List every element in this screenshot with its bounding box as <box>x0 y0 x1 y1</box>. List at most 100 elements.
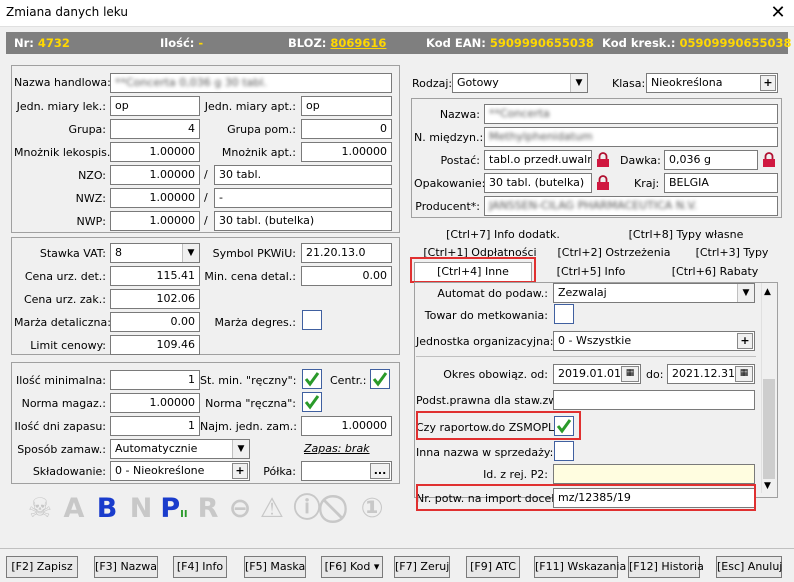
zapisz-button[interactable]: [F2] Zapisz <box>6 556 78 578</box>
calendar-icon[interactable]: ▦ <box>621 366 639 382</box>
calendar-icon[interactable]: ▦ <box>735 366 753 382</box>
limit-input[interactable]: 109.46 <box>110 335 200 355</box>
nazwa-button[interactable]: [F3] Nazwa <box>94 556 158 578</box>
dawka-input[interactable]: 0,036 g <box>664 150 758 170</box>
marza-degres-checkbox[interactable] <box>302 310 322 330</box>
inne-tab-highlight <box>410 257 536 283</box>
chevron-down-icon[interactable]: ▼ <box>232 440 249 458</box>
chevron-down-icon[interactable]: ▼ <box>737 284 754 302</box>
okres-do-input[interactable]: 2021.12.31 ▦ <box>667 364 755 384</box>
norma-mag-input[interactable]: 1.00000 <box>110 393 200 413</box>
grupa-pom-input[interactable]: 0 <box>301 119 392 139</box>
st-min-checkbox[interactable] <box>302 369 322 389</box>
letter-r-icon[interactable]: R <box>194 494 222 524</box>
norma-reczna-checkbox[interactable] <box>302 392 322 412</box>
anuluj-button[interactable]: [Esc] Anuluj <box>716 556 782 578</box>
id-rej-input[interactable] <box>553 464 755 484</box>
letter-b-icon[interactable]: B <box>93 494 121 524</box>
zeruj-button[interactable]: [F7] Zeruj <box>394 556 450 578</box>
pkwiu-input[interactable]: 21.20.13.0 <box>301 243 392 263</box>
polka-input[interactable]: ... <box>301 461 392 481</box>
lock-icon[interactable] <box>762 152 776 168</box>
sposob-select[interactable]: Automatycznie ▼ <box>110 439 250 459</box>
atc-button[interactable]: [F9] ATC <box>466 556 520 578</box>
wskazania-button[interactable]: [F11] Wskazania <box>534 556 626 578</box>
lock-icon[interactable] <box>596 175 610 191</box>
maska-button[interactable]: [F5] Maska <box>244 556 306 578</box>
tab-info-dodatk[interactable]: [Ctrl+7] Info dodatk. <box>418 226 588 243</box>
okres-od-input[interactable]: 2019.01.01 ▦ <box>553 364 641 384</box>
automat-select[interactable]: Zezwalaj ▼ <box>553 283 755 303</box>
chevron-down-icon[interactable]: ▼ <box>764 481 771 491</box>
nwp-text-input[interactable]: 30 tabl. (butelka) <box>214 211 392 231</box>
inna-nazwa-checkbox[interactable] <box>554 441 574 461</box>
tab-info[interactable]: [Ctrl+5] Info <box>540 263 642 280</box>
info-button[interactable]: [F4] Info <box>173 556 227 578</box>
zsmopl-highlight <box>416 411 581 440</box>
chevron-up-icon[interactable]: ▲ <box>764 287 771 297</box>
plus-icon[interactable]: + <box>737 333 753 349</box>
kraj-input[interactable]: BELGIA <box>664 173 778 193</box>
no-entry-icon[interactable]: ⊖ <box>226 494 254 524</box>
skull-icon[interactable]: ☠ <box>26 494 54 524</box>
bloz-link[interactable]: 8069616 <box>330 36 386 50</box>
close-icon[interactable]: ✕ <box>766 1 790 25</box>
kod-button[interactable]: [F6] Kod ▾ <box>321 556 383 578</box>
lock-icon[interactable] <box>596 152 610 168</box>
jedn-lek-input[interactable]: op <box>110 96 200 116</box>
ellipsis-button[interactable]: ... <box>370 463 390 479</box>
nzo-text-input[interactable]: 30 tabl. <box>214 165 392 185</box>
grupa-input[interactable]: 4 <box>110 119 200 139</box>
nwz-input[interactable]: 1.00000 <box>110 188 200 208</box>
tab-ostrzezenia[interactable]: [Ctrl+2] Ostrzeżenia <box>554 244 674 261</box>
warning-triangle-icon[interactable]: ⚠ <box>258 494 286 524</box>
letter-n-icon[interactable]: N <box>127 494 155 524</box>
miedzyn-input[interactable]: Methylphenidatum <box>484 127 778 147</box>
dni-zapasu-input[interactable]: 1 <box>110 416 200 436</box>
chevron-down-icon[interactable]: ▼ <box>570 74 587 92</box>
najm-jedn-input[interactable]: 1.00000 <box>301 416 392 436</box>
ean-info: Kod EAN: 5909990655038 <box>426 36 594 50</box>
vat-select[interactable]: 8 ▼ <box>110 243 200 263</box>
cena-det-input[interactable]: 115.41 <box>110 266 200 286</box>
letter-a-icon[interactable]: A <box>60 494 88 524</box>
chevron-down-icon[interactable]: ▼ <box>182 244 199 262</box>
producent-input[interactable]: JANSSEN-CILAG PHARMACEUTICA N.V. <box>484 196 778 216</box>
nazwa-handlowa-input[interactable]: **Concerta 0,036 g 30 tabl. <box>110 73 392 93</box>
postac-input[interactable]: tabl.o przedł.uwaln. <box>484 150 592 170</box>
marza-det-input[interactable]: 0.00 <box>110 312 200 332</box>
min-cena-input[interactable]: 0.00 <box>301 266 392 286</box>
info-warning-icon[interactable]: ⓘ <box>293 494 321 524</box>
cena-zak-input[interactable]: 102.06 <box>110 289 200 309</box>
podst-input[interactable] <box>553 390 755 410</box>
tab-scrollbar[interactable]: ▲ ▼ <box>761 283 776 493</box>
grupa-pom-label: Grupa pom.: <box>227 123 296 136</box>
ilosc-min-input[interactable]: 1 <box>110 370 200 390</box>
mnoznik-apt-label: Mnożnik apt.: <box>221 146 296 159</box>
number-one-icon[interactable]: ① <box>358 494 386 524</box>
jedn-apt-input[interactable]: op <box>301 96 392 116</box>
rodzaj-select[interactable]: Gotowy ▼ <box>452 73 588 93</box>
mnoznik-lek-input[interactable]: 1.00000 <box>110 142 200 162</box>
nzo-input[interactable]: 1.00000 <box>110 165 200 185</box>
towar-checkbox[interactable] <box>554 304 574 324</box>
mnoznik-apt-input[interactable]: 1.00000 <box>301 142 392 162</box>
tab-typy-wlasne[interactable]: [Ctrl+8] Typy własne <box>596 226 776 243</box>
nwp-input[interactable]: 1.00000 <box>110 211 200 231</box>
norma-mag-label: Norma magaz.: <box>21 397 106 410</box>
jednostka-input[interactable]: 0 - Wszystkie + <box>553 331 755 351</box>
plus-icon[interactable]: + <box>760 75 776 91</box>
letter-p-ii-icon[interactable]: PII <box>160 494 188 524</box>
postac-label: Postać: <box>440 154 480 167</box>
zapas-link[interactable]: Zapas: brak <box>304 442 370 455</box>
prohibited-icon[interactable]: ⃠ <box>325 494 353 524</box>
nazwa-input[interactable]: **Concerta <box>484 104 778 124</box>
tab-typy[interactable]: [Ctrl+3] Typy <box>684 244 780 261</box>
tab-rabaty[interactable]: [Ctrl+6] Rabaty <box>654 263 776 280</box>
centr-checkbox[interactable] <box>370 369 390 389</box>
nwz-text-input[interactable]: - <box>214 188 392 208</box>
historia-button[interactable]: [F12] Historia <box>628 556 704 578</box>
opakowanie-input[interactable]: 30 tabl. (butelka) <box>484 173 592 193</box>
scroll-thumb[interactable] <box>763 379 775 479</box>
klasa-input[interactable]: Nieokreślona + <box>646 73 778 93</box>
